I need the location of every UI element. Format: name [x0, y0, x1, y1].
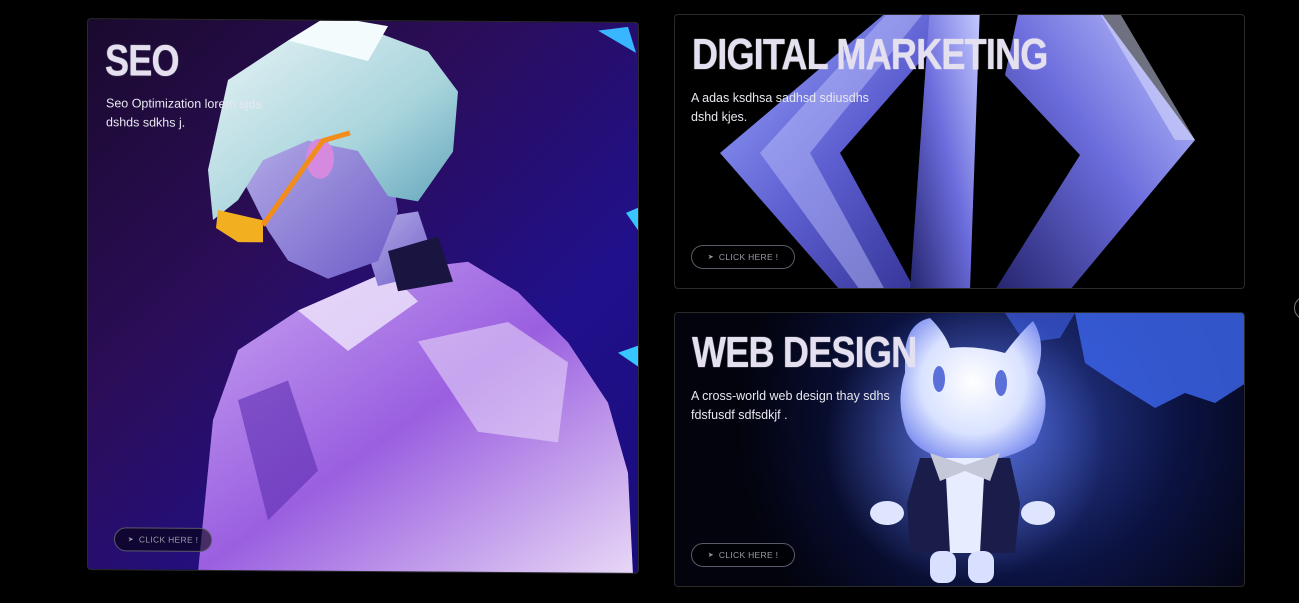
- card-title: WEB DESIGN: [692, 328, 917, 377]
- service-card-web-design[interactable]: WEB DESIGN A cross-world web design thay…: [674, 312, 1245, 587]
- cursor-arrow-icon: ➤: [707, 254, 714, 261]
- cursor-arrow-icon: ➤: [127, 536, 134, 544]
- service-card-seo[interactable]: SEO Seo Optimization lorem sjds dshds sd…: [87, 18, 639, 574]
- card-description: Seo Optimization lorem sjds dshds sdkhs …: [106, 96, 262, 130]
- click-here-button[interactable]: ➤ CLICK HERE !: [691, 245, 795, 269]
- click-here-button[interactable]: ➤ CLICK HERE !: [114, 527, 212, 552]
- card-title: DIGITAL MARKETING: [692, 30, 1048, 79]
- button-label: CLICK HERE !: [718, 252, 779, 262]
- button-label: CLICK HERE !: [718, 550, 779, 560]
- card-title: SEO: [105, 36, 179, 86]
- cursor-arrow-icon: ➤: [707, 552, 714, 559]
- carousel-next-button[interactable]: [1294, 296, 1299, 320]
- card-description: A cross-world web design thay sdhs fdsfu…: [691, 389, 890, 422]
- click-here-button[interactable]: ➤ CLICK HERE !: [691, 543, 795, 567]
- card-description: A adas ksdhsa sadhsd sdiusdhs dshd kjes.: [691, 91, 869, 124]
- services-section: SEO Seo Optimization lorem sjds dshds sd…: [0, 0, 1299, 603]
- service-card-digital-marketing[interactable]: DIGITAL MARKETING A adas ksdhsa sadhsd s…: [674, 14, 1245, 289]
- button-label: CLICK HERE !: [138, 534, 199, 545]
